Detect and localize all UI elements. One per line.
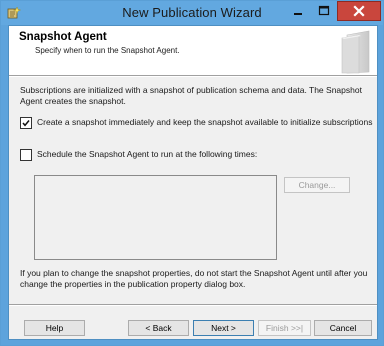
minimize-button[interactable] [285, 1, 311, 21]
maximize-button[interactable] [311, 1, 337, 21]
checkmark-icon [22, 120, 30, 127]
header-divider [9, 75, 377, 77]
help-button[interactable]: Help [24, 320, 85, 336]
back-button[interactable]: < Back [128, 320, 189, 336]
create-snapshot-checkbox[interactable] [20, 117, 32, 129]
finish-button[interactable]: Finish >>| [258, 320, 311, 336]
close-icon [353, 5, 365, 17]
minimize-icon [294, 13, 302, 15]
close-button[interactable] [337, 1, 381, 21]
next-button[interactable]: Next > [193, 320, 254, 336]
create-snapshot-label: Create a snapshot immediately and keep t… [37, 117, 373, 127]
change-schedule-button[interactable]: Change... [284, 177, 350, 193]
cancel-button[interactable]: Cancel [314, 320, 372, 336]
footer-divider [9, 304, 377, 306]
title-bar[interactable]: New Publication Wizard [1, 1, 383, 25]
page-header: Snapshot Agent Specify when to run the S… [9, 26, 377, 75]
wizard-window: New Publication Wizard Snapshot Agent Sp… [0, 0, 384, 346]
schedule-list [34, 175, 277, 260]
intro-text: Subscriptions are initialized with a sna… [20, 85, 362, 106]
maximize-icon [318, 5, 330, 16]
schedule-agent-checkbox[interactable] [20, 149, 32, 161]
properties-note: If you plan to change the snapshot prope… [20, 268, 368, 289]
page-subtitle: Specify when to run the Snapshot Agent. [35, 46, 180, 55]
schedule-agent-label: Schedule the Snapshot Agent to run at th… [37, 149, 258, 159]
wizard-graphic-icon [341, 30, 370, 74]
wizard-content: Snapshot Agent Specify when to run the S… [8, 25, 378, 340]
page-title: Snapshot Agent [19, 31, 107, 43]
